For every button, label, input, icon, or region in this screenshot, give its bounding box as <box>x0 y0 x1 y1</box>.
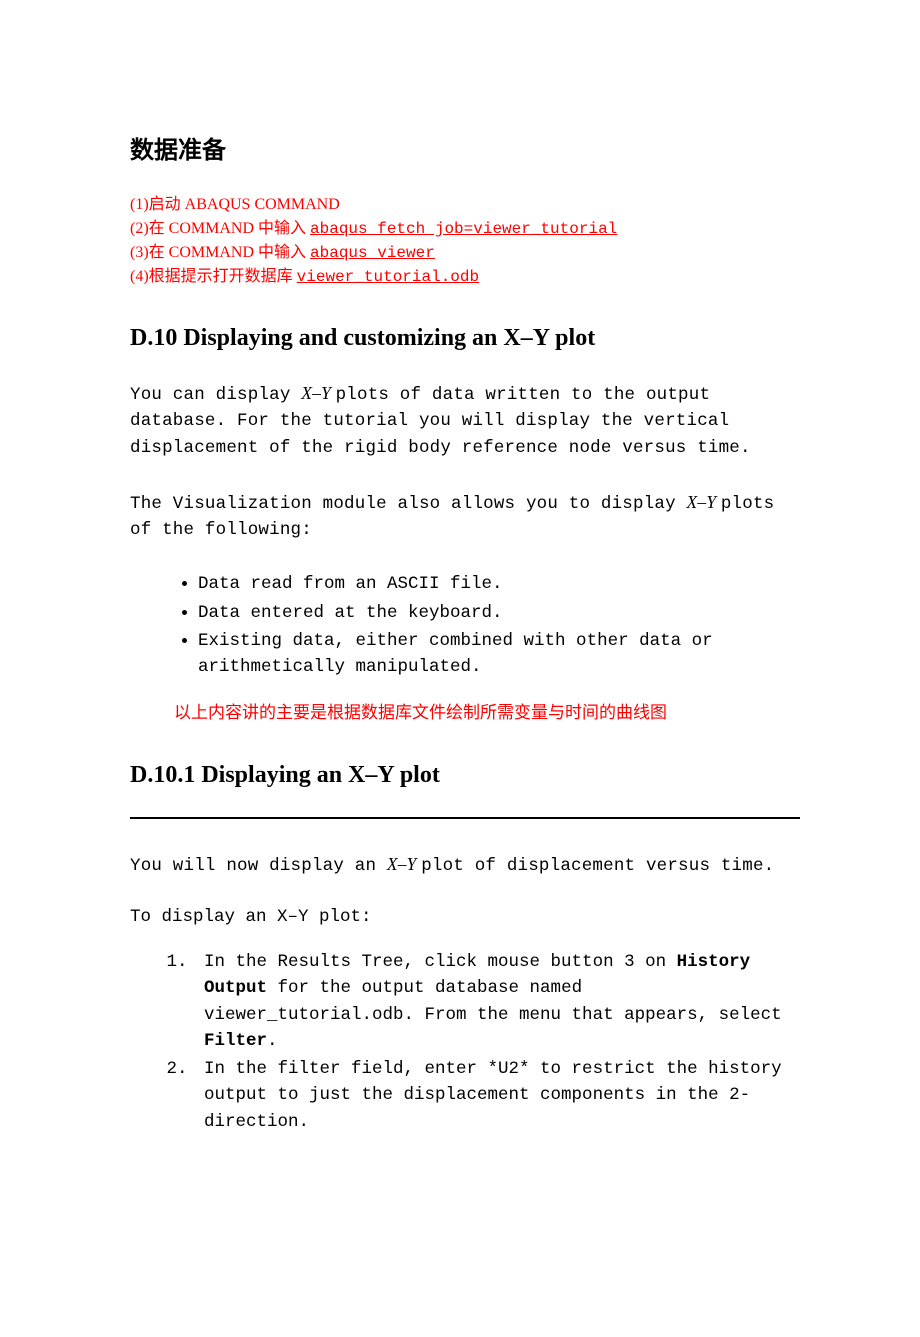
d101-step-1: In the Results Tree, click mouse button … <box>198 949 800 1054</box>
prep-line-1-text: (1)启动 ABAQUS COMMAND <box>130 196 340 213</box>
d10-paragraph-1: You can display X–Y plots of data writte… <box>130 380 800 461</box>
d10-bullet-list: Data read from an ASCII file. Data enter… <box>130 571 800 680</box>
prep-line-4-command: viewer_tutorial.odb <box>297 268 479 286</box>
section-d10-heading: D.10 Displaying and customizing an X–Y p… <box>130 325 800 352</box>
d101-subheading: To display an X–Y plot: <box>130 907 800 927</box>
d101-para-a: You will now display an <box>130 856 387 876</box>
prep-line-2: (2)在 COMMAND 中输入 abaqus fetch job=viewer… <box>130 217 800 241</box>
d101-step1-c: . <box>267 1031 278 1051</box>
d10-bullet-3: Existing data, either combined with othe… <box>198 628 800 681</box>
d10-para1-xy: X–Y <box>301 383 335 403</box>
d101-step1-bold2: Filter <box>204 1031 267 1051</box>
d101-step-list: In the Results Tree, click mouse button … <box>130 949 800 1135</box>
prep-line-2-prefix: (2)在 COMMAND 中输入 <box>130 220 310 237</box>
d101-para-xy: X–Y <box>387 854 421 874</box>
prep-line-1: (1)启动 ABAQUS COMMAND <box>130 193 800 217</box>
d10-para2-xy: X–Y <box>687 492 721 512</box>
d10-red-note: 以上内容讲的主要是根据数据库文件绘制所需变量与时间的曲线图 <box>174 700 800 726</box>
section-d101-heading: D.10.1 Displaying an X–Y plot <box>130 762 800 789</box>
d10-para1-a: You can display <box>130 385 301 405</box>
d10-para2-a: The Visualization module also allows you… <box>130 494 687 514</box>
d10-bullet-2: Data entered at the keyboard. <box>198 600 800 626</box>
d101-step1-a: In the Results Tree, click mouse button … <box>204 952 677 972</box>
section-divider <box>130 817 800 819</box>
prep-line-2-command: abaqus fetch job=viewer_tutorial <box>310 220 617 238</box>
preparation-block: (1)启动 ABAQUS COMMAND (2)在 COMMAND 中输入 ab… <box>130 193 800 289</box>
prep-line-4: (4)根据提示打开数据库 viewer_tutorial.odb <box>130 265 800 289</box>
d10-bullet-1: Data read from an ASCII file. <box>198 571 800 597</box>
d101-para-b: plot of displacement versus time. <box>421 856 774 876</box>
document-title: 数据准备 <box>130 130 800 165</box>
prep-line-3: (3)在 COMMAND 中输入 abaqus viewer <box>130 241 800 265</box>
d101-paragraph: You will now display an X–Y plot of disp… <box>130 851 800 879</box>
d101-step1-b: for the output database named viewer_tut… <box>204 978 782 1024</box>
prep-line-4-prefix: (4)根据提示打开数据库 <box>130 268 297 285</box>
document-page: 数据准备 (1)启动 ABAQUS COMMAND (2)在 COMMAND 中… <box>0 0 920 1337</box>
d101-step-2: In the filter field, enter *U2* to restr… <box>198 1056 800 1135</box>
d10-paragraph-2: The Visualization module also allows you… <box>130 489 800 544</box>
prep-line-3-command: abaqus viewer <box>310 244 435 262</box>
prep-line-3-prefix: (3)在 COMMAND 中输入 <box>130 244 310 261</box>
